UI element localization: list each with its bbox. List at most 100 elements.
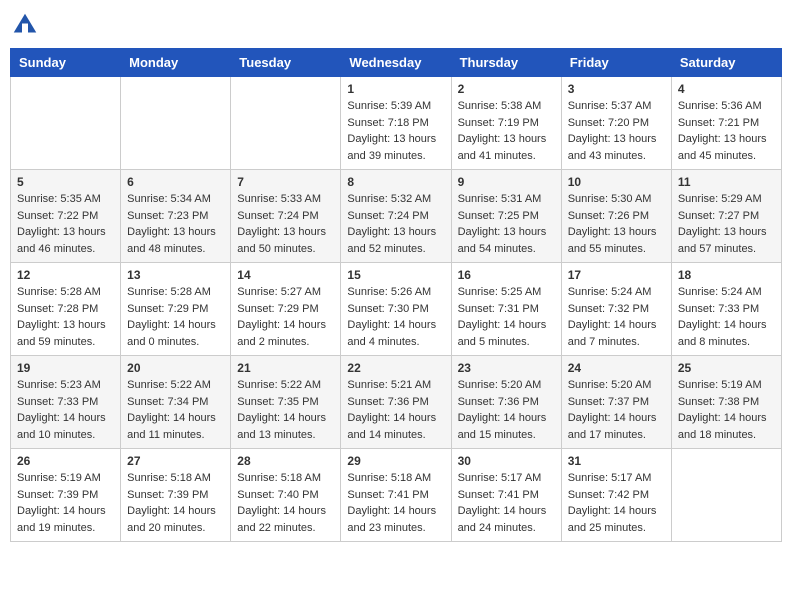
daylight-hours: Daylight: 13 hours <box>678 226 767 238</box>
calendar-cell: 22 Sunrise: 5:21 AMSunset: 7:36 PMDayligh… <box>341 356 451 449</box>
daylight-hours: Daylight: 13 hours <box>458 133 547 145</box>
day-info-continuation: and 10 minutes. <box>17 429 95 441</box>
day-number: 9 <box>458 175 555 189</box>
day-info: Sunrise: 5:28 AMSunset: 7:29 PMDaylight:… <box>127 284 224 350</box>
daylight-hours: Daylight: 13 hours <box>17 319 106 331</box>
sunset-info: Sunset: 7:31 PM <box>458 303 539 315</box>
day-number: 24 <box>568 361 665 375</box>
column-header-friday: Friday <box>561 49 671 77</box>
daylight-hours: Daylight: 14 hours <box>237 319 326 331</box>
sunset-info: Sunset: 7:34 PM <box>127 396 208 408</box>
calendar-week-row: 1Sunrise: 5:39 AMSunset: 7:18 PMDaylight… <box>11 77 782 170</box>
calendar-cell: 19Sunrise: 5:23 AMSunset: 7:33 PMDayligh… <box>11 356 121 449</box>
daylight-hours: Daylight: 14 hours <box>458 505 547 517</box>
day-info-continuation: and 5 minutes. <box>458 336 530 348</box>
day-number: 12 <box>17 268 114 282</box>
sunset-info: Sunset: 7:28 PM <box>17 303 98 315</box>
day-number: 14 <box>237 268 334 282</box>
day-info: Sunrise: 5:29 AMSunset: 7:27 PMDaylight:… <box>678 191 775 257</box>
day-info-continuation: and 14 minutes. <box>347 429 425 441</box>
day-number: 31 <box>568 454 665 468</box>
calendar-cell <box>11 77 121 170</box>
sunset-info: Sunset: 7:20 PM <box>568 117 649 129</box>
sunrise-info: Sunrise: 5:19 AM <box>17 472 101 484</box>
day-number: 23 <box>458 361 555 375</box>
day-info-continuation: and 20 minutes. <box>127 522 205 534</box>
day-info: Sunrise: 5:22 AMSunset: 7:34 PMDaylight:… <box>127 377 224 443</box>
sunset-info: Sunset: 7:41 PM <box>347 489 428 501</box>
day-info: Sunrise: 5:35 AMSunset: 7:22 PMDaylight:… <box>17 191 114 257</box>
calendar-cell <box>671 449 781 542</box>
day-info: Sunrise: 5:23 AMSunset: 7:33 PMDaylight:… <box>17 377 114 443</box>
day-info: Sunrise: 5:18 AMSunset: 7:40 PMDaylight:… <box>237 470 334 536</box>
day-info-continuation: and 54 minutes. <box>458 243 536 255</box>
sunrise-info: Sunrise: 5:30 AM <box>568 193 652 205</box>
day-number: 13 <box>127 268 224 282</box>
day-info-continuation: and 45 minutes. <box>678 150 756 162</box>
day-info-continuation: and 48 minutes. <box>127 243 205 255</box>
sunrise-info: Sunrise: 5:24 AM <box>678 286 762 298</box>
sunrise-info: Sunrise: 5:34 AM <box>127 193 211 205</box>
sunset-info: Sunset: 7:41 PM <box>458 489 539 501</box>
logo <box>10 10 44 40</box>
day-number: 28 <box>237 454 334 468</box>
sunrise-info: Sunrise: 5:25 AM <box>458 286 542 298</box>
sunrise-info: Sunrise: 5:35 AM <box>17 193 101 205</box>
day-number: 7 <box>237 175 334 189</box>
sunrise-info: Sunrise: 5:18 AM <box>237 472 321 484</box>
day-number: 6 <box>127 175 224 189</box>
day-info: Sunrise: 5:19 AMSunset: 7:39 PMDaylight:… <box>17 470 114 536</box>
calendar-cell: 24 Sunrise: 5:20 AMSunset: 7:37 PMDayligh… <box>561 356 671 449</box>
sunset-info: Sunset: 7:30 PM <box>347 303 428 315</box>
sunrise-info: Sunrise: 5:28 AM <box>127 286 211 298</box>
day-info: Sunrise: 5:22 AMSunset: 7:35 PMDaylight:… <box>237 377 334 443</box>
daylight-hours: Daylight: 14 hours <box>127 505 216 517</box>
sunset-info: Sunset: 7:36 PM <box>458 396 539 408</box>
sunrise-info: Sunrise: 5:33 AM <box>237 193 321 205</box>
sunrise-info: Sunrise: 5:39 AM <box>347 100 431 112</box>
page-header <box>10 10 782 40</box>
day-info: Sunrise: 5:21 AMSunset: 7:36 PMDaylight:… <box>347 377 444 443</box>
sunrise-info: Sunrise: 5:17 AM <box>568 472 652 484</box>
day-info-continuation: and 39 minutes. <box>347 150 425 162</box>
day-number: 20 <box>127 361 224 375</box>
daylight-hours: Daylight: 14 hours <box>347 412 436 424</box>
sunrise-info: Sunrise: 5:31 AM <box>458 193 542 205</box>
daylight-hours: Daylight: 13 hours <box>347 133 436 145</box>
day-info: Sunrise: 5:37 AMSunset: 7:20 PMDaylight:… <box>568 98 665 164</box>
daylight-hours: Daylight: 14 hours <box>678 412 767 424</box>
daylight-hours: Daylight: 13 hours <box>127 226 216 238</box>
calendar-cell: 27 Sunrise: 5:18 AMSunset: 7:39 PMDayligh… <box>121 449 231 542</box>
daylight-hours: Daylight: 14 hours <box>458 319 547 331</box>
day-number: 10 <box>568 175 665 189</box>
sunset-info: Sunset: 7:22 PM <box>17 210 98 222</box>
calendar-cell: 14Sunrise: 5:27 AMSunset: 7:29 PMDayligh… <box>231 263 341 356</box>
day-info: Sunrise: 5:33 AMSunset: 7:24 PMDaylight:… <box>237 191 334 257</box>
calendar-cell: 4Sunrise: 5:36 AMSunset: 7:21 PMDaylight… <box>671 77 781 170</box>
day-info: Sunrise: 5:26 AMSunset: 7:30 PMDaylight:… <box>347 284 444 350</box>
sunrise-info: Sunrise: 5:38 AM <box>458 100 542 112</box>
day-number: 27 <box>127 454 224 468</box>
day-number: 29 <box>347 454 444 468</box>
sunrise-info: Sunrise: 5:20 AM <box>568 379 652 391</box>
sunset-info: Sunset: 7:32 PM <box>568 303 649 315</box>
day-info-continuation: and 41 minutes. <box>458 150 536 162</box>
day-number: 22 <box>347 361 444 375</box>
day-info-continuation: and 24 minutes. <box>458 522 536 534</box>
calendar-week-row: 12 Sunrise: 5:28 AM Sunset: 7:28 PM Dayligh… <box>11 263 782 356</box>
sunset-info: Sunset: 7:18 PM <box>347 117 428 129</box>
sunset-info: Sunset: 7:23 PM <box>127 210 208 222</box>
sunrise-info: Sunrise: 5:24 AM <box>568 286 652 298</box>
daylight-hours: Daylight: 14 hours <box>347 505 436 517</box>
daylight-hours: Daylight: 14 hours <box>237 505 326 517</box>
day-info-continuation: and 52 minutes. <box>347 243 425 255</box>
daylight-hours: Daylight: 13 hours <box>568 133 657 145</box>
day-info: Sunrise: 5:18 AMSunset: 7:39 PMDaylight:… <box>127 470 224 536</box>
sunset-info: Sunset: 7:39 PM <box>17 489 98 501</box>
calendar-cell: 25Sunrise: 5:19 AMSunset: 7:38 PMDayligh… <box>671 356 781 449</box>
sunset-info: Sunset: 7:29 PM <box>237 303 318 315</box>
sunrise-info: Sunrise: 5:20 AM <box>458 379 542 391</box>
calendar-cell: 9Sunrise: 5:31 AMSunset: 7:25 PMDaylight… <box>451 170 561 263</box>
calendar-cell: 15Sunrise: 5:26 AMSunset: 7:30 PMDayligh… <box>341 263 451 356</box>
day-info: Sunrise: 5:20 AMSunset: 7:37 PMDaylight:… <box>568 377 665 443</box>
